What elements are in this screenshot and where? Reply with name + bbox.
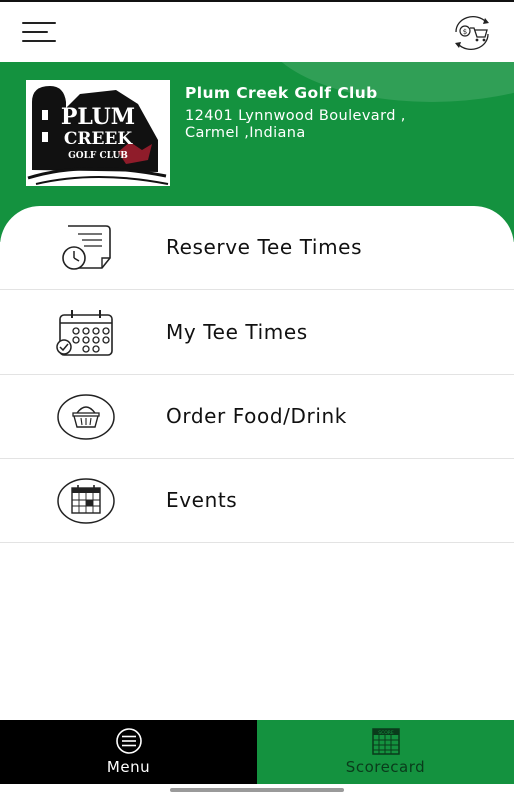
- scorecard-icon-text: SCORE: [378, 730, 394, 736]
- nav-scorecard-button[interactable]: SCORE Scorecard: [257, 720, 514, 784]
- menu-circle-icon: [116, 728, 142, 754]
- menu-item-my-tee-times[interactable]: My Tee Times: [0, 291, 514, 375]
- menu-item-label: My Tee Times: [166, 320, 308, 344]
- club-logo: PLUM CREEK GOLF CLUB: [26, 80, 170, 186]
- home-gesture-bar[interactable]: [170, 788, 344, 792]
- dollar-cart-icon: $: [455, 16, 489, 50]
- club-address-line1: 12401 Lynnwood Boulevard ,: [185, 108, 406, 124]
- nav-scorecard-label: Scorecard: [345, 758, 426, 776]
- calendar-check-icon: [56, 310, 113, 356]
- basket-icon: [57, 394, 115, 440]
- logo-line3: GOLF CLUB: [68, 151, 128, 161]
- cart-button[interactable]: $: [448, 14, 496, 52]
- clock-document-icon: [62, 225, 111, 270]
- club-name: Plum Creek Golf Club: [185, 84, 378, 102]
- top-bar: $: [0, 0, 514, 62]
- club-address-line2: Carmel ,Indiana: [185, 125, 306, 141]
- scorecard-icon: SCORE: [372, 728, 400, 755]
- svg-text:$: $: [463, 28, 467, 36]
- logo-line1: PLUM: [61, 104, 135, 130]
- nav-menu-button[interactable]: Menu: [0, 720, 257, 784]
- hamburger-icon[interactable]: [22, 22, 58, 44]
- menu-item-events[interactable]: Events: [0, 459, 514, 543]
- calendar-icon: [57, 478, 115, 524]
- nav-menu-label: Menu: [106, 758, 151, 776]
- menu-list: Reserve Tee Times My Tee Times Order Foo…: [0, 206, 514, 720]
- menu-item-label: Reserve Tee Times: [166, 235, 363, 259]
- logo-line2: CREEK: [64, 129, 134, 149]
- menu-item-reserve-tee-times[interactable]: Reserve Tee Times: [0, 206, 514, 290]
- bottom-nav: Menu SCORE Scorecard: [0, 720, 514, 784]
- menu-item-label: Events: [166, 488, 238, 512]
- menu-item-label: Order Food/Drink: [166, 404, 347, 428]
- menu-item-order-food-drink[interactable]: Order Food/Drink: [0, 375, 514, 459]
